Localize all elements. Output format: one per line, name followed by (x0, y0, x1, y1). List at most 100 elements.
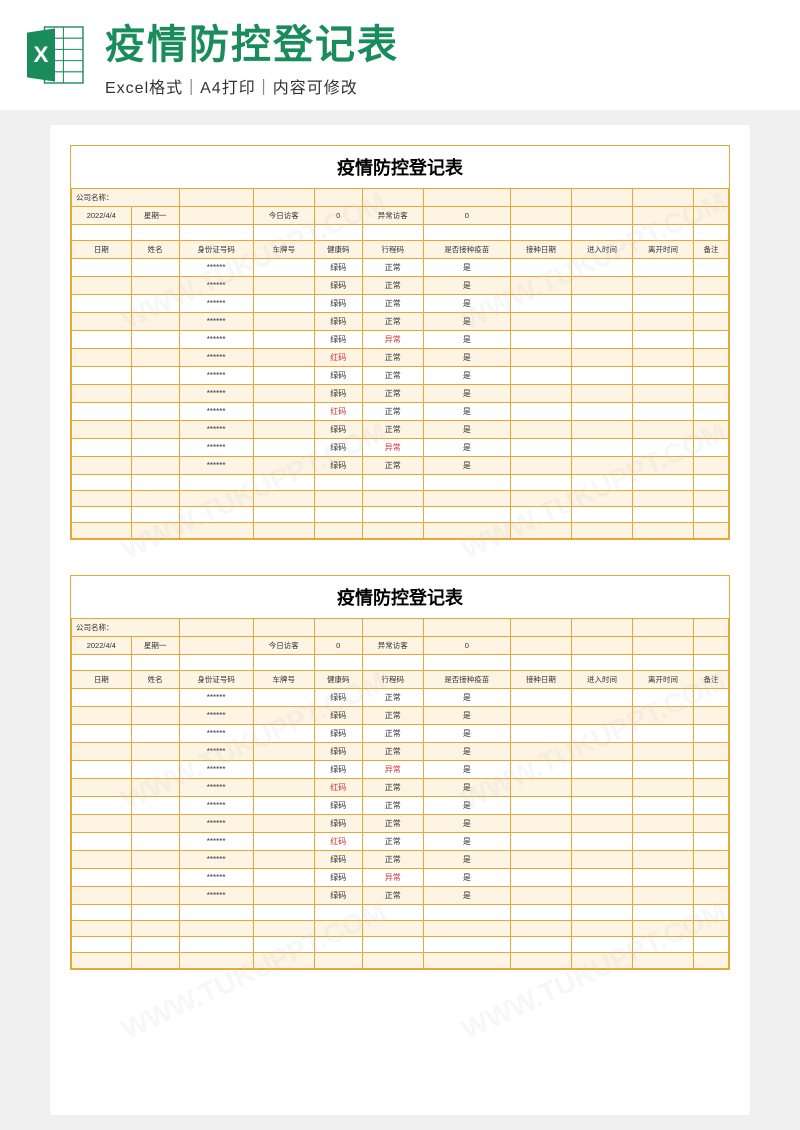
column-header: 日期 (72, 241, 132, 259)
data-cell: 正常 (362, 403, 423, 421)
data-cell: 正常 (362, 385, 423, 403)
empty-cell (253, 619, 314, 637)
empty-cell (510, 921, 571, 937)
data-cell: 是 (423, 277, 510, 295)
sheet-title: 疫情防控登记表 (71, 146, 729, 188)
today-visitors-value: 0 (314, 637, 362, 655)
empty-cell (571, 207, 632, 225)
data-cell: 是 (423, 385, 510, 403)
column-header: 接种日期 (510, 671, 571, 689)
empty-cell (72, 937, 132, 953)
data-cell (632, 331, 693, 349)
svg-text:X: X (34, 42, 49, 67)
data-cell: ****** (179, 689, 253, 707)
data-cell (72, 743, 132, 761)
data-cell (131, 869, 179, 887)
data-cell: 绿码 (314, 743, 362, 761)
data-cell: 红码 (314, 349, 362, 367)
data-cell (253, 869, 314, 887)
data-cell (510, 725, 571, 743)
empty-cell (362, 475, 423, 491)
empty-cell (423, 523, 510, 539)
data-cell (131, 887, 179, 905)
column-header: 姓名 (131, 241, 179, 259)
data-cell (510, 833, 571, 851)
data-cell (571, 277, 632, 295)
empty-cell (423, 507, 510, 523)
data-cell (632, 761, 693, 779)
data-cell: 是 (423, 779, 510, 797)
data-cell (131, 277, 179, 295)
data-cell: 绿码 (314, 815, 362, 833)
spacer-cell (131, 655, 179, 671)
company-label: 公司名称： (72, 619, 180, 637)
data-cell (253, 689, 314, 707)
data-cell: ****** (179, 313, 253, 331)
data-cell (131, 403, 179, 421)
column-header: 健康码 (314, 671, 362, 689)
empty-cell (632, 491, 693, 507)
table-row: ******绿码正常是 (72, 887, 729, 905)
spacer-cell (314, 655, 362, 671)
data-cell: 是 (423, 313, 510, 331)
empty-cell (253, 475, 314, 491)
today-visitors-label: 今日访客 (253, 637, 314, 655)
spacer-cell (571, 655, 632, 671)
data-cell (510, 349, 571, 367)
table-row: ******绿码正常是 (72, 815, 729, 833)
data-cell (694, 349, 729, 367)
empty-cell (632, 619, 693, 637)
data-cell: 绿码 (314, 385, 362, 403)
table-row (72, 905, 729, 921)
spacer-cell (72, 655, 132, 671)
empty-cell (694, 905, 729, 921)
empty-cell (571, 937, 632, 953)
empty-cell (694, 523, 729, 539)
data-cell (72, 779, 132, 797)
data-cell (571, 707, 632, 725)
empty-cell (72, 491, 132, 507)
empty-cell (632, 921, 693, 937)
data-cell (510, 815, 571, 833)
table-row: ******绿码正常是 (72, 277, 729, 295)
empty-cell (72, 523, 132, 539)
data-cell (571, 259, 632, 277)
data-cell (510, 403, 571, 421)
data-cell: ****** (179, 439, 253, 457)
empty-cell (510, 523, 571, 539)
data-cell (131, 259, 179, 277)
data-cell (694, 725, 729, 743)
data-cell (72, 385, 132, 403)
data-cell: 正常 (362, 725, 423, 743)
empty-cell (632, 507, 693, 523)
data-cell (632, 815, 693, 833)
table-row: ******绿码正常是 (72, 797, 729, 815)
empty-cell (179, 905, 253, 921)
column-header: 进入时间 (571, 241, 632, 259)
data-cell (72, 689, 132, 707)
empty-cell (632, 523, 693, 539)
empty-cell (362, 953, 423, 969)
data-cell (632, 869, 693, 887)
table-row (72, 491, 729, 507)
data-cell (694, 403, 729, 421)
empty-cell (131, 905, 179, 921)
data-cell (694, 887, 729, 905)
data-cell (253, 403, 314, 421)
data-cell (253, 421, 314, 439)
data-cell: 是 (423, 367, 510, 385)
data-cell: 是 (423, 457, 510, 475)
data-cell (694, 689, 729, 707)
data-cell (694, 779, 729, 797)
table-row: ******红码正常是 (72, 833, 729, 851)
table-row: ******绿码正常是 (72, 385, 729, 403)
empty-cell (253, 523, 314, 539)
data-cell (253, 743, 314, 761)
data-cell (131, 743, 179, 761)
data-cell: 绿码 (314, 797, 362, 815)
data-cell (131, 421, 179, 439)
empty-cell (632, 953, 693, 969)
data-cell (571, 421, 632, 439)
empty-cell (314, 905, 362, 921)
data-cell: 绿码 (314, 313, 362, 331)
